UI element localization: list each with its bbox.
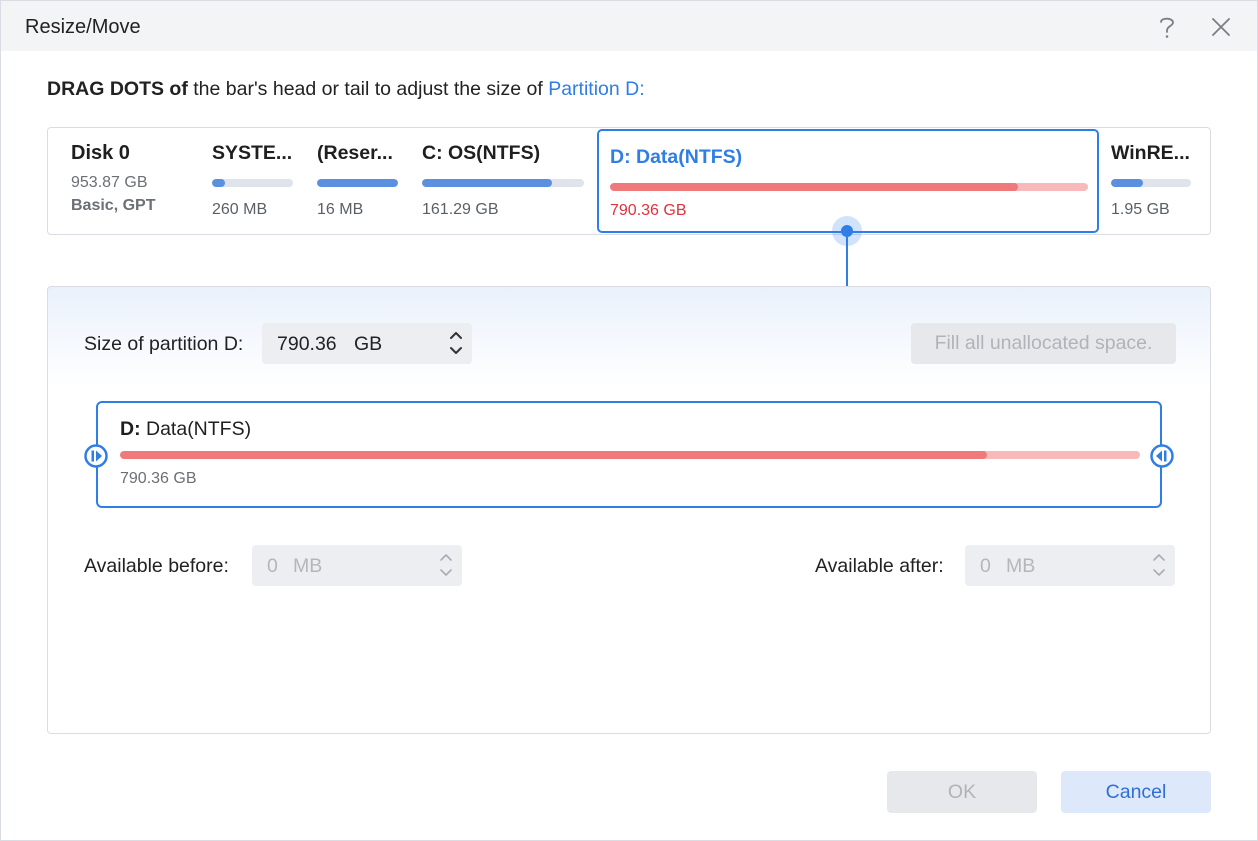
- available-after-unit: MB: [1006, 555, 1036, 577]
- help-button[interactable]: [1151, 11, 1183, 43]
- resize-editor-panel: Size of partition D: 790.36 GB Fill all …: [47, 286, 1211, 734]
- partition-name: WinRE...: [1111, 142, 1190, 164]
- available-before-unit: MB: [293, 555, 323, 577]
- partition-size: 1.95 GB: [1111, 201, 1170, 218]
- spin-arrows-icon[interactable]: [448, 328, 464, 358]
- partition-size-unit: GB: [354, 333, 383, 355]
- available-before-stepper[interactable]: 0 MB: [252, 545, 462, 586]
- partition-name: (Reser...: [317, 142, 393, 164]
- instruction-strong: DRAG DOTS of: [47, 78, 188, 100]
- partition-reserved[interactable]: (Reser... 16 MB: [317, 142, 398, 219]
- resize-partition-name: D: Data(NTFS): [120, 418, 251, 441]
- partition-system[interactable]: SYSTE... 260 MB: [212, 142, 293, 219]
- partition-name: D: Data(NTFS): [610, 146, 743, 168]
- partition-size-stepper[interactable]: 790.36 GB: [262, 323, 472, 364]
- available-after-label: Available after:: [815, 555, 944, 577]
- partition-resize-bar[interactable]: D: Data(NTFS) 790.36 GB: [84, 401, 1174, 508]
- partition-usage-bar: [212, 179, 293, 187]
- spin-arrows-icon[interactable]: [438, 550, 454, 580]
- partition-usage-bar: [610, 183, 1088, 191]
- partition-usage-bar: [1111, 179, 1191, 187]
- partition-name: SYSTE...: [212, 142, 293, 164]
- resize-partition-size: 790.36 GB: [120, 470, 197, 487]
- close-button[interactable]: [1205, 11, 1237, 43]
- partition-size-value[interactable]: 790.36: [277, 333, 337, 356]
- disk-size: 953.87 GB: [71, 174, 148, 191]
- close-icon: [1212, 18, 1230, 36]
- disk-name: Disk 0: [71, 142, 130, 164]
- available-before-value[interactable]: 0: [267, 555, 278, 578]
- disk-type: Basic, GPT: [71, 197, 156, 214]
- partition-name: C: OS(NTFS): [422, 142, 541, 164]
- ok-button[interactable]: OK: [887, 771, 1037, 813]
- available-after-value[interactable]: 0: [980, 555, 991, 578]
- partition-c[interactable]: C: OS(NTFS) 161.29 GB: [422, 142, 584, 219]
- partition-size: 161.29 GB: [422, 201, 499, 218]
- resize-handle-right-icon[interactable]: [1150, 444, 1174, 468]
- partition-size-label: Size of partition D:: [84, 333, 244, 355]
- partition-size: 260 MB: [212, 201, 268, 218]
- resize-move-dialog: Resize/Move DRAG DOTS of the bar's head …: [0, 0, 1258, 841]
- instruction-text: DRAG DOTS of the bar's head or tail to a…: [47, 78, 645, 101]
- help-icon: [1160, 17, 1174, 38]
- resize-partition-prefix: D:: [120, 418, 141, 440]
- partition-winre[interactable]: WinRE... 1.95 GB: [1111, 142, 1191, 219]
- resize-partition-label: Data(NTFS): [146, 418, 252, 440]
- title-bar: Resize/Move: [1, 1, 1257, 51]
- fill-unallocated-button[interactable]: Fill all unallocated space.: [911, 323, 1176, 364]
- available-after-stepper[interactable]: 0 MB: [965, 545, 1175, 586]
- disk-map: Disk 0 953.87 GB Basic, GPT SYSTE... 260…: [47, 127, 1211, 235]
- instruction-partition: Partition D:: [548, 78, 645, 100]
- partition-size: 16 MB: [317, 201, 364, 218]
- resize-usage-bar: [120, 451, 1140, 459]
- instruction-body: the bar's head or tail to adjust the siz…: [187, 78, 549, 100]
- spin-arrows-icon[interactable]: [1151, 550, 1167, 580]
- cancel-button[interactable]: Cancel: [1061, 771, 1211, 813]
- available-before-label: Available before:: [84, 555, 229, 577]
- selection-connector-dot: [841, 225, 853, 237]
- resize-handle-left-icon[interactable]: [84, 444, 108, 468]
- partition-usage-bar: [317, 179, 398, 187]
- disk-info: Disk 0 953.87 GB Basic, GPT: [71, 142, 155, 215]
- dialog-title: Resize/Move: [25, 16, 141, 38]
- partition-usage-bar: [422, 179, 584, 187]
- partition-size: 790.36 GB: [610, 202, 687, 219]
